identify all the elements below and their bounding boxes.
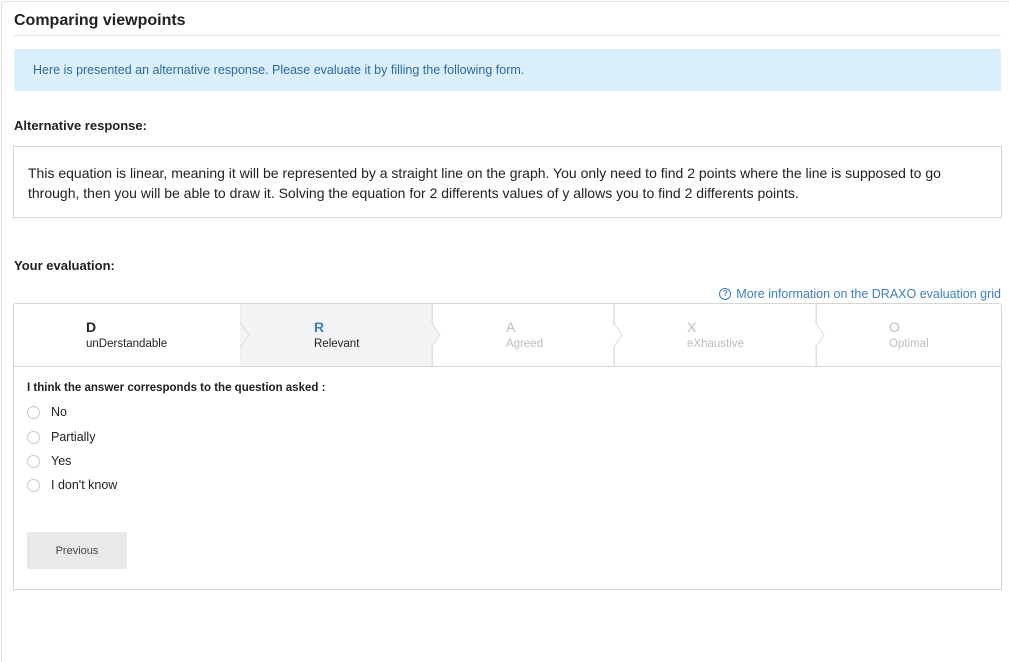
step-optimal[interactable]: O Optimal [816,304,1001,366]
step-exhaustive[interactable]: X eXhaustive [614,304,825,366]
draxo-info-link-text[interactable]: More information on the DRAXO evaluation… [736,287,1001,301]
chevron-right-icon [815,304,825,366]
draxo-info-link[interactable]: ? More information on the DRAXO evaluati… [719,287,1001,301]
step-letter: O [889,319,900,335]
option-no[interactable]: No [27,405,67,419]
draxo-steps: D unDerstandable R Relevant A Agreed X e… [14,304,1001,367]
option-label: No [51,405,67,419]
question-label: I think the answer corresponds to the qu… [27,382,326,394]
step-letter: X [687,319,697,335]
option-label: Partially [51,430,96,444]
chevron-right-icon [240,304,250,366]
step-understandable[interactable]: D unDerstandable [14,304,250,366]
step-name: Relevant [314,338,360,350]
info-banner: Here is presented an alternative respons… [14,49,1001,91]
info-banner-text: Here is presented an alternative respons… [33,63,525,77]
option-partially[interactable]: Partially [27,430,95,444]
evaluation-label: Your evaluation: [14,258,115,273]
page-title: Comparing viewpoints [14,12,1001,36]
step-letter: D [86,319,97,335]
step-relevant[interactable]: R Relevant [241,304,441,366]
step-name: Optimal [889,338,929,350]
radio-button[interactable] [27,454,40,468]
option-label: I don't know [51,478,118,492]
option-dont-know[interactable]: I don't know [27,478,117,492]
step-letter: A [506,319,516,335]
previous-button[interactable]: Previous [27,532,127,569]
radio-button[interactable] [27,405,40,419]
option-yes[interactable]: Yes [27,454,71,468]
alternative-response-label: Alternative response: [14,118,147,133]
step-letter: R [314,319,325,335]
radio-button[interactable] [27,430,40,444]
chevron-right-icon [431,304,441,366]
question-circle-icon: ? [719,288,732,300]
alternative-response-box: This equation is linear, meaning it will… [13,146,1002,218]
radio-button[interactable] [27,478,40,492]
option-label: Yes [51,454,72,468]
evaluation-panel: D unDerstandable R Relevant A Agreed X e… [13,303,1002,590]
alternative-response-text: This equation is linear, meaning it will… [28,165,941,201]
chevron-right-icon [613,304,623,366]
step-name: Agreed [506,338,544,350]
step-name: eXhaustive [687,338,744,350]
step-agreed[interactable]: A Agreed [432,304,623,366]
step-name: unDerstandable [86,338,168,350]
